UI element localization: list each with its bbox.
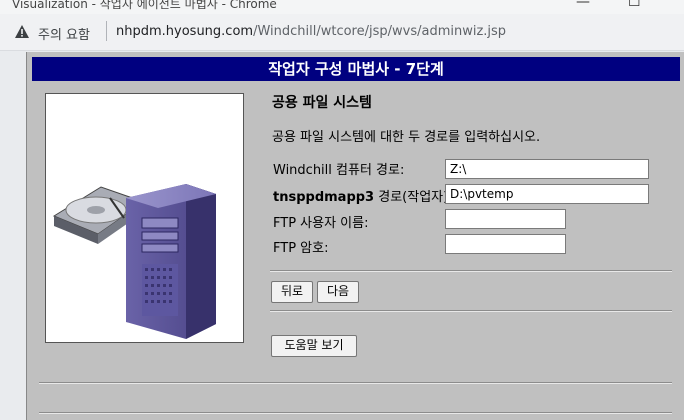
wizard-title: 작업자 구성 마법사 - 7단계 bbox=[32, 57, 680, 81]
browser-title-bar: Visualization - 작업자 에이전트 마법사 - Chrome — … bbox=[0, 0, 684, 14]
ftp-password-input[interactable] bbox=[445, 234, 566, 254]
section-description: 공용 파일 시스템에 대한 두 경로를 입력하십시오. bbox=[272, 130, 541, 145]
ftp-password-label: FTP 암호: bbox=[273, 241, 329, 256]
maximize-icon[interactable]: ☐ bbox=[628, 0, 641, 10]
address-divider bbox=[106, 21, 107, 41]
worker-host-name: tnsppdmapp3 bbox=[273, 190, 375, 205]
server-illustration bbox=[52, 184, 216, 339]
divider bbox=[270, 310, 672, 312]
help-button[interactable]: 도움말 보기 bbox=[271, 335, 357, 357]
wizard-window: 작업자 구성 마법사 - 7단계 공용 파일 시스템 공용 파일 시스템에 대한… bbox=[26, 52, 684, 420]
url-text[interactable]: nhpdm.hyosung.com/Windchill/wtcore/jsp/w… bbox=[116, 24, 506, 39]
security-status[interactable]: 주의 요함 bbox=[38, 24, 90, 43]
next-button[interactable]: 다음 bbox=[317, 281, 359, 303]
back-button[interactable]: 뒤로 bbox=[271, 281, 313, 303]
windchill-path-input[interactable]: Z:\ bbox=[445, 159, 649, 179]
url-path: /Windchill/wtcore/jsp/wvs/adminwiz.jsp bbox=[253, 24, 507, 39]
ftp-user-input[interactable] bbox=[445, 209, 566, 229]
server-tower-icon bbox=[126, 184, 216, 339]
worker-path-label-text: 경로(작업자): bbox=[374, 190, 453, 205]
url-host: nhpdm.hyosung.com bbox=[116, 24, 254, 39]
wizard-illustration bbox=[45, 93, 244, 343]
worker-path-input[interactable]: D:\pvtemp bbox=[445, 184, 649, 204]
divider bbox=[39, 412, 672, 414]
worker-path-label: tnsppdmapp3 경로(작업자): bbox=[273, 186, 453, 205]
ftp-user-label: FTP 사용자 이름: bbox=[273, 216, 369, 231]
windchill-path-label: Windchill 컴퓨터 경로: bbox=[273, 163, 405, 178]
address-bar[interactable]: 주의 요함 nhpdm.hyosung.com/Windchill/wtcore… bbox=[0, 14, 684, 51]
minimize-icon[interactable]: — bbox=[576, 0, 590, 10]
section-title: 공용 파일 시스템 bbox=[272, 95, 372, 111]
warning-icon[interactable] bbox=[14, 24, 30, 39]
divider bbox=[270, 270, 672, 272]
divider bbox=[39, 382, 672, 384]
window-title: Visualization - 작업자 에이전트 마법사 - Chrome bbox=[12, 0, 277, 11]
